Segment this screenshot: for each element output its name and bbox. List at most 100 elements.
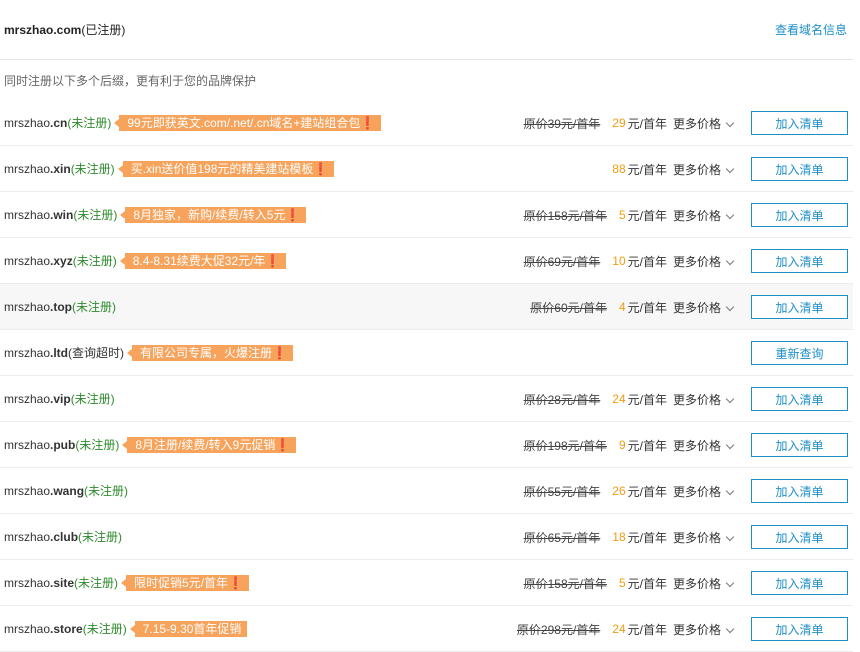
- more-prices-label: 更多价格: [672, 116, 721, 131]
- chevron-down-icon: [725, 440, 735, 449]
- domain-suffix: .site: [50, 576, 75, 590]
- view-domain-info-link[interactable]: 查看域名信息: [775, 21, 853, 38]
- promo-tag: 买.xin送价值198元的精美建站模板❗: [117, 160, 335, 177]
- add-to-list-button[interactable]: 加入清单: [751, 387, 848, 411]
- more-prices-dropdown[interactable]: 更多价格: [672, 115, 735, 132]
- price-area: 原价65元/首年 18 元/首年 更多价格: [524, 514, 735, 560]
- domain-name: mrszhao.store(未注册): [0, 620, 127, 637]
- domain-row: mrszhao.store(未注册) 7.15-9.30首年促销 原价298元/首年…: [0, 606, 853, 652]
- domain-name: mrszhao.wang(未注册): [0, 482, 128, 499]
- domain-suffix: .ltd: [50, 346, 69, 360]
- promo-tag: 8月注册/续费/转入9元促销❗: [122, 436, 297, 453]
- price-unit: 元/首年: [627, 162, 667, 177]
- domain-base: mrszhao: [4, 208, 51, 222]
- domain-suffix: .xin: [50, 162, 71, 176]
- suffix-hint-text: 同时注册以下多个后缀，更有利于您的品牌保护: [4, 74, 257, 88]
- price-unit: 元/首年: [627, 576, 667, 591]
- domain-name: mrszhao.ltd(查询超时): [0, 344, 124, 361]
- chevron-down-icon: [725, 256, 735, 265]
- registration-status: (未注册): [72, 300, 117, 314]
- chevron-down-icon: [725, 532, 735, 541]
- more-prices-dropdown[interactable]: 更多价格: [673, 575, 735, 592]
- price-unit: 元/首年: [627, 300, 667, 315]
- price-area: 原价198元/首年 9 元/首年 更多价格: [523, 422, 735, 468]
- current-price: 9: [618, 438, 626, 452]
- more-prices-dropdown[interactable]: 更多价格: [673, 207, 735, 224]
- original-price: 原价158元/首年: [523, 208, 607, 223]
- add-to-list-button[interactable]: 加入清单: [751, 479, 848, 503]
- domain-suffix: .xyz: [50, 254, 73, 268]
- registration-status: (未注册): [82, 622, 127, 636]
- domain-row: mrszhao.wang(未注册) 原价55元/首年 26 元/首年 更多价格 加入清单: [0, 468, 853, 514]
- chevron-down-icon: [725, 578, 735, 587]
- original-price: 原价158元/首年: [523, 576, 607, 591]
- domain-row: mrszhao.ltd(查询超时) 有限公司专属，火爆注册❗ 重新查询: [0, 330, 853, 376]
- more-prices-dropdown[interactable]: 更多价格: [672, 483, 735, 500]
- domain-base: mrszhao: [4, 254, 51, 268]
- more-prices-dropdown[interactable]: 更多价格: [673, 161, 735, 178]
- current-price: 4: [618, 300, 626, 314]
- price-area: 原价28元/首年 24 元/首年 更多价格: [524, 376, 735, 422]
- original-price: 原价69元/首年: [523, 254, 601, 269]
- original-price: 原价198元/首年: [523, 438, 607, 453]
- original-price: 原价60元/首年: [530, 300, 607, 315]
- add-to-list-button[interactable]: 加入清单: [751, 203, 848, 227]
- domain-row: mrszhao.pub(未注册) 8月注册/续费/转入9元促销❗ 原价198元/首年…: [0, 422, 853, 468]
- price-unit: 元/首年: [627, 484, 667, 499]
- suffix-list: mrszhao.cn(未注册) 99元即获英文.com/.net/.cn域名+建站…: [0, 100, 853, 652]
- domain-suffix: .club: [50, 530, 79, 544]
- price-unit: 元/首年: [627, 622, 667, 637]
- price-unit: 元/首年: [627, 392, 667, 407]
- add-to-list-button[interactable]: 加入清单: [751, 525, 848, 549]
- current-price: 18: [612, 530, 626, 544]
- promo-tag: 有限公司专属，火爆注册❗: [127, 344, 293, 361]
- price-area: 原价298元/首年 24 元/首年 更多价格: [516, 606, 735, 652]
- domain-name: mrszhao.top(未注册): [0, 298, 116, 315]
- domain-name: mrszhao.win(未注册): [0, 206, 117, 223]
- domain-base: mrszhao: [4, 438, 51, 452]
- current-price: 24: [612, 392, 626, 406]
- promo-tag: 8月独家，新购/续费/转入5元❗: [120, 206, 307, 223]
- domain-header: mrszhao.com(已注册) 查看域名信息: [0, 0, 853, 60]
- more-prices-dropdown[interactable]: 更多价格: [673, 391, 735, 408]
- add-to-list-button[interactable]: 加入清单: [751, 571, 848, 595]
- domain-base: mrszhao: [4, 162, 51, 176]
- current-price: 24: [612, 622, 626, 636]
- original-price: 原价39元/首年: [523, 116, 601, 131]
- chevron-down-icon: [725, 164, 735, 173]
- more-prices-dropdown[interactable]: 更多价格: [672, 437, 735, 454]
- registration-status: (未注册): [75, 438, 120, 452]
- registration-status: (未注册): [73, 208, 118, 222]
- add-to-list-button[interactable]: 加入清单: [751, 295, 848, 319]
- current-price: 5: [618, 208, 626, 222]
- more-prices-dropdown[interactable]: 更多价格: [672, 299, 735, 316]
- promo-tag: 限时促销5元/首年❗: [121, 574, 249, 591]
- domain-suffix: .win: [50, 208, 74, 222]
- more-prices-dropdown[interactable]: 更多价格: [673, 529, 735, 546]
- price-unit: 元/首年: [627, 116, 667, 131]
- chevron-down-icon: [725, 394, 735, 403]
- more-prices-dropdown[interactable]: 更多价格: [672, 253, 735, 270]
- domain-base: mrszhao: [4, 484, 51, 498]
- more-prices-label: 更多价格: [672, 438, 721, 453]
- more-prices-dropdown[interactable]: 更多价格: [673, 621, 735, 638]
- domain-base: mrszhao: [4, 300, 51, 314]
- domain-name: mrszhao.xin(未注册): [0, 160, 115, 177]
- current-price: 5: [618, 576, 626, 590]
- add-to-list-button[interactable]: 加入清单: [751, 249, 848, 273]
- original-price: 原价298元/首年: [516, 622, 601, 637]
- domain-row: mrszhao.top(未注册) 原价60元/首年 4 元/首年 更多价格 加入清单: [0, 284, 853, 330]
- add-to-list-button[interactable]: 加入清单: [751, 157, 848, 181]
- more-prices-label: 更多价格: [672, 300, 721, 315]
- price-area: 原价158元/首年 5 元/首年 更多价格: [523, 560, 735, 606]
- add-to-list-button[interactable]: 加入清单: [751, 433, 848, 457]
- more-prices-label: 更多价格: [672, 484, 721, 499]
- add-to-list-button[interactable]: 加入清单: [751, 617, 848, 641]
- retry-query-button[interactable]: 重新查询: [751, 341, 848, 365]
- more-prices-label: 更多价格: [672, 254, 721, 269]
- registration-status: (未注册): [74, 576, 119, 590]
- add-to-list-button[interactable]: 加入清单: [751, 111, 848, 135]
- price-area: 原价60元/首年 4 元/首年 更多价格: [530, 284, 735, 330]
- price-unit: 元/首年: [627, 208, 667, 223]
- current-price: 10: [612, 254, 626, 268]
